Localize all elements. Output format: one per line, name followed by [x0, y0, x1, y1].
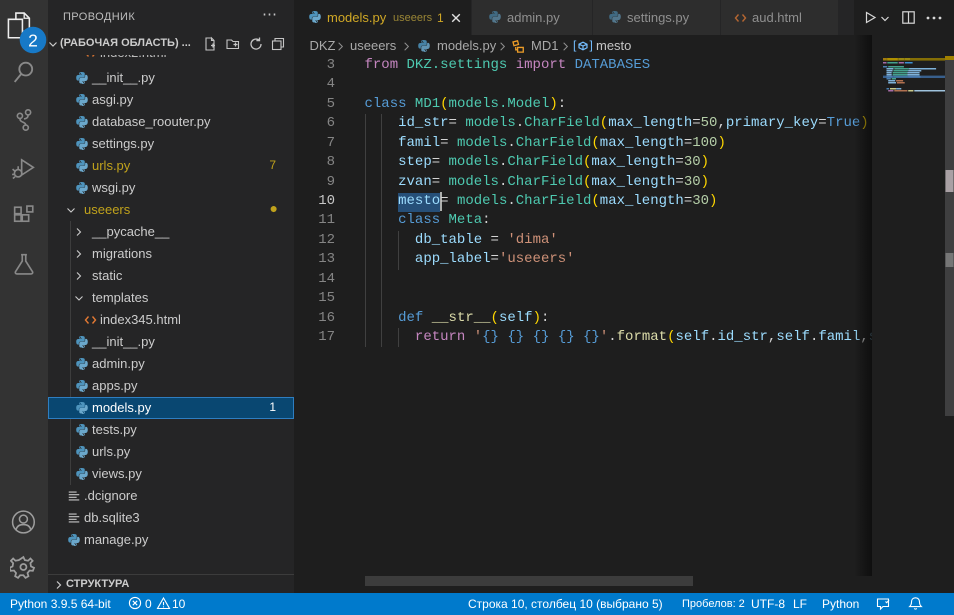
svg-text:2: 2 [28, 30, 38, 50]
